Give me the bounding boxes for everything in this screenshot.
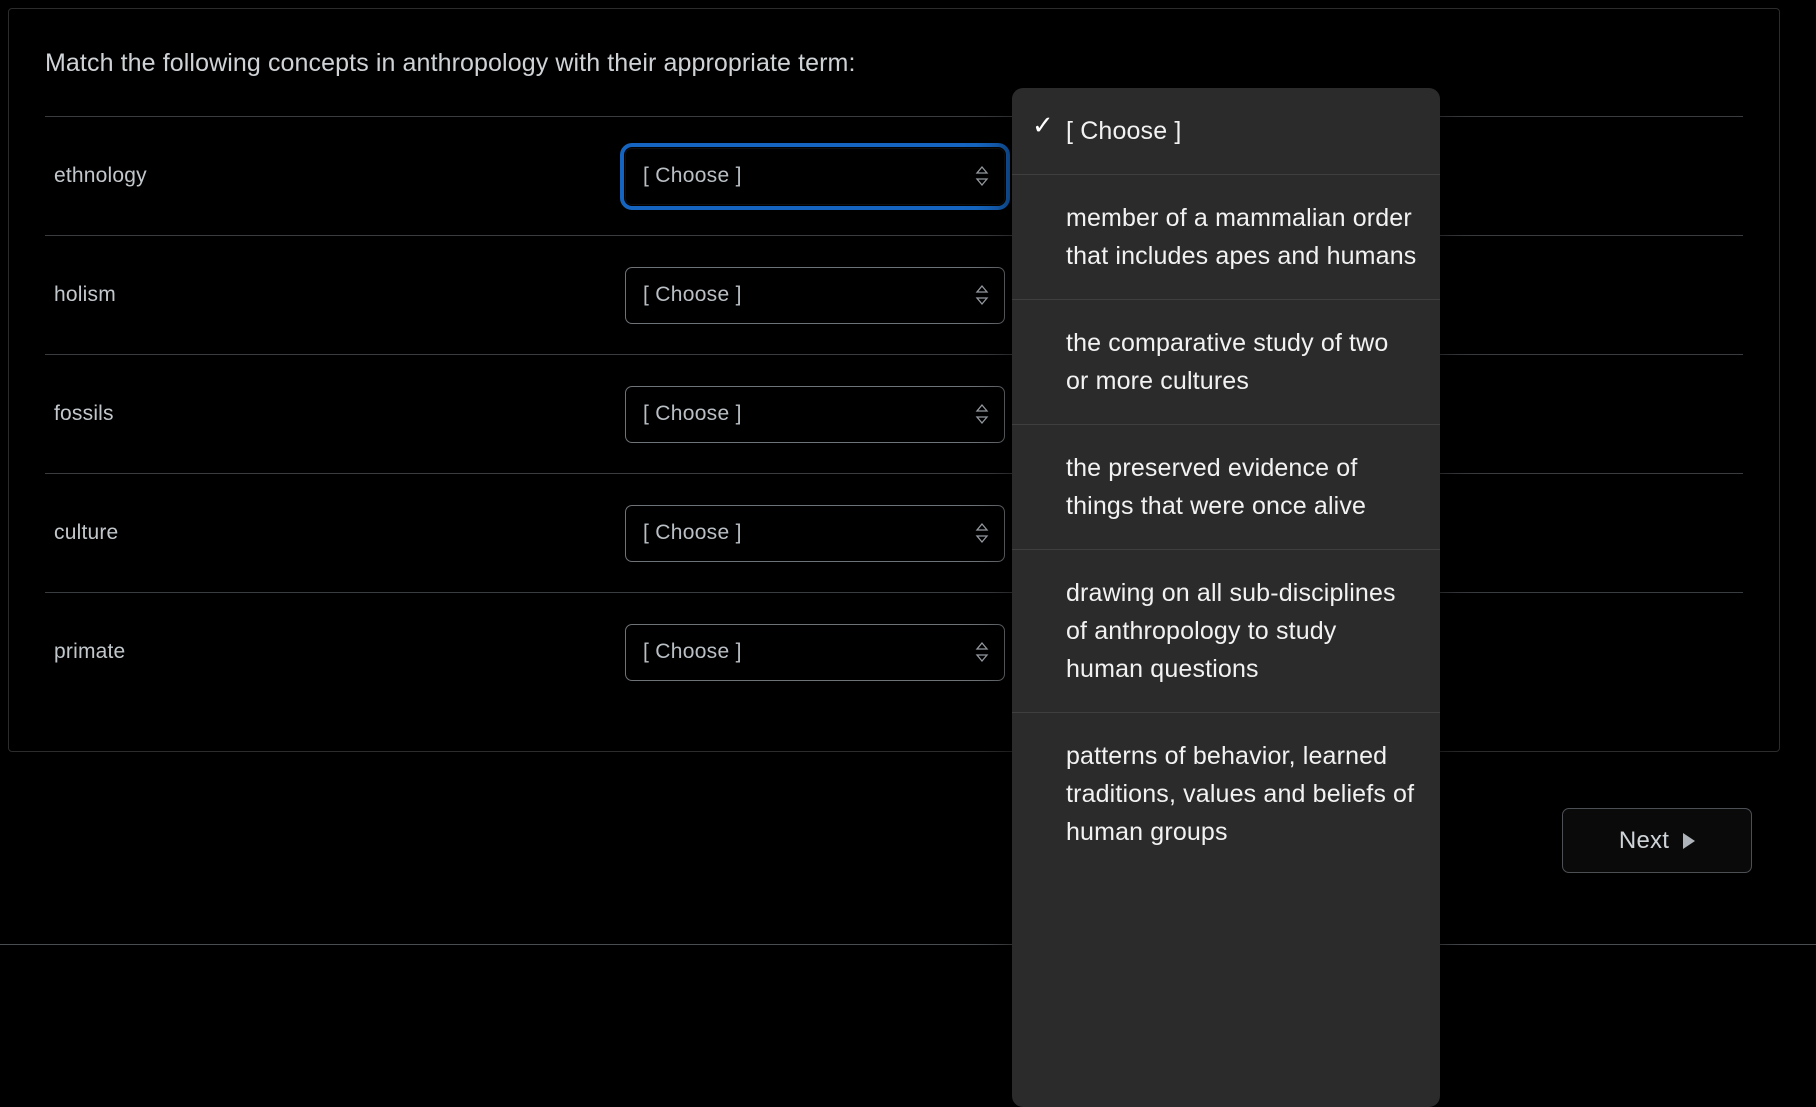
- select-value: [ Choose ]: [643, 521, 742, 544]
- question-prompt: Match the following concepts in anthropo…: [45, 49, 856, 77]
- quiz-screen: Match the following concepts in anthropo…: [0, 0, 1816, 1107]
- select-dropdown-menu[interactable]: ✓ [ Choose ] member of a mammalian order…: [1012, 88, 1440, 1107]
- term-label: fossils: [54, 402, 114, 425]
- dropdown-option-primate-def[interactable]: member of a mammalian order that include…: [1012, 175, 1440, 300]
- term-label: culture: [54, 521, 119, 544]
- dropdown-option-label: the comparative study of two or more cul…: [1066, 329, 1389, 395]
- table-row: holism [ Choose ]: [45, 235, 1743, 354]
- dropdown-option-choose[interactable]: ✓ [ Choose ]: [1012, 88, 1440, 175]
- answer-select-ethnology[interactable]: [ Choose ]: [620, 142, 1010, 210]
- select-value: [ Choose ]: [643, 283, 742, 306]
- term-label: ethnology: [54, 164, 147, 187]
- table-row: culture [ Choose ]: [45, 473, 1743, 592]
- dropdown-option-label: member of a mammalian order that include…: [1066, 204, 1417, 270]
- select-value: [ Choose ]: [643, 402, 742, 425]
- question-card: Match the following concepts in anthropo…: [8, 8, 1780, 752]
- check-icon: ✓: [1032, 110, 1054, 140]
- chevron-up-down-icon: [975, 522, 989, 544]
- answer-select-primate[interactable]: [ Choose ]: [625, 623, 1005, 681]
- select-value: [ Choose ]: [643, 164, 742, 187]
- dropdown-option-fossils-def[interactable]: the preserved evidence of things that we…: [1012, 425, 1440, 550]
- footer-divider: [0, 944, 1816, 945]
- dropdown-option-ethnology-def[interactable]: the comparative study of two or more cul…: [1012, 300, 1440, 425]
- chevron-up-down-icon: [975, 641, 989, 663]
- select-value: [ Choose ]: [643, 640, 742, 663]
- chevron-up-down-icon: [975, 284, 989, 306]
- caret-right-icon: [1683, 832, 1696, 849]
- answer-select-holism[interactable]: [ Choose ]: [625, 266, 1005, 324]
- table-row: ethnology [ Choose ]: [45, 116, 1743, 235]
- answer-select-culture[interactable]: [ Choose ]: [625, 504, 1005, 562]
- dropdown-option-label: [ Choose ]: [1066, 117, 1182, 145]
- chevron-up-down-icon: [975, 165, 989, 187]
- table-row: fossils [ Choose ]: [45, 354, 1743, 473]
- dropdown-option-label: drawing on all sub-disciplines of anthro…: [1066, 579, 1396, 683]
- next-button-label: Next: [1618, 826, 1670, 854]
- term-label: primate: [54, 640, 126, 663]
- dropdown-option-culture-def[interactable]: patterns of behavior, learned traditions…: [1012, 713, 1440, 875]
- dropdown-option-label: the preserved evidence of things that we…: [1066, 454, 1367, 520]
- matching-table: ethnology [ Choose ] holism [Choose] f…: [45, 116, 1743, 711]
- answer-select-fossils[interactable]: [ Choose ]: [625, 385, 1005, 443]
- chevron-up-down-icon: [975, 403, 989, 425]
- next-button[interactable]: Next: [1562, 808, 1752, 873]
- table-row: primate [ Choose ]: [45, 592, 1743, 711]
- dropdown-option-holism-def[interactable]: drawing on all sub-disciplines of anthro…: [1012, 550, 1440, 713]
- term-label: holism: [54, 283, 116, 306]
- dropdown-option-label: patterns of behavior, learned traditions…: [1066, 742, 1415, 846]
